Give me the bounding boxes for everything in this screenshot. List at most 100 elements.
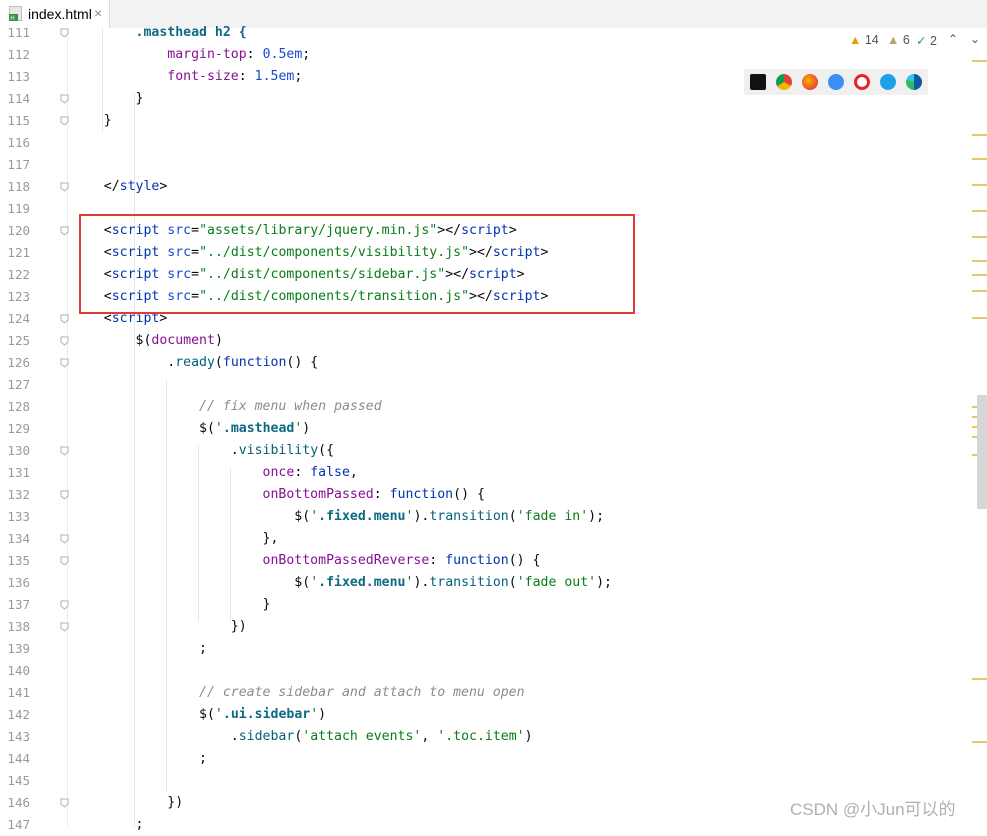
watermark: CSDN @小Jun可以的 (790, 800, 956, 819)
line-number: 113 (7, 69, 30, 84)
weak-warning-icon: ▲ (887, 33, 900, 47)
code-text: margin-top: 0.5em; (72, 44, 310, 66)
fold-marker-icon[interactable] (60, 600, 69, 610)
code-text: .masthead h2 { (72, 22, 247, 44)
code-token: ( (508, 575, 517, 590)
code-token: } (72, 91, 144, 106)
code-token: 'fade in' (516, 509, 589, 524)
code-token: ); (596, 575, 612, 590)
fold-marker-icon[interactable] (60, 556, 69, 566)
fold-marker-icon[interactable] (60, 314, 69, 324)
line-number: 135 (7, 553, 30, 568)
line-number: 126 (7, 355, 30, 370)
line-number: 138 (7, 619, 30, 634)
code-text: } (72, 88, 144, 110)
vertical-scrollbar[interactable] (977, 395, 987, 509)
code-token: style (119, 179, 160, 194)
line-number: 121 (7, 245, 30, 260)
ie-icon[interactable] (880, 74, 896, 90)
line-number: 111 (7, 25, 30, 40)
code-token: $( (72, 421, 215, 436)
fold-marker-icon[interactable] (60, 226, 69, 236)
opera-icon[interactable] (854, 74, 870, 90)
code-token: () { (453, 487, 485, 502)
fold-marker-icon[interactable] (60, 622, 69, 632)
code-token: onBottomPassedReverse (72, 553, 430, 568)
line-number: 125 (7, 333, 30, 348)
fold-marker-icon[interactable] (60, 534, 69, 544)
code-token: () { (508, 553, 541, 568)
code-token: .ui.sidebar (222, 707, 311, 722)
html-file-icon: H (9, 6, 22, 21)
line-number: 144 (7, 751, 30, 766)
edge-icon[interactable] (906, 74, 922, 90)
fold-marker-icon[interactable] (60, 446, 69, 456)
fold-marker-icon[interactable] (60, 490, 69, 500)
code-token: }) (72, 795, 184, 810)
line-number: 115 (7, 113, 30, 128)
line-number: 131 (7, 465, 30, 480)
code-token: ; (302, 47, 311, 62)
line-number: 143 (7, 729, 30, 744)
code-text: ; (72, 814, 144, 836)
code-token: .fixed.menu (318, 575, 406, 590)
fold-marker-icon[interactable] (60, 358, 69, 368)
code-token: () { (286, 355, 319, 370)
next-highlight-icon[interactable]: ⌄ (970, 32, 980, 46)
intellij-icon[interactable] (750, 74, 766, 90)
fold-marker-icon[interactable] (60, 182, 69, 192)
line-number: 114 (7, 91, 30, 106)
code-token: . (72, 355, 176, 370)
code-token: .masthead (222, 421, 295, 436)
code-text: }, (72, 528, 279, 550)
tab-label: index.html (28, 6, 92, 22)
typos-count[interactable]: ✓ 2 (916, 33, 937, 48)
safari-icon[interactable] (828, 74, 844, 90)
weak-warnings-count[interactable]: ▲ 6 (887, 33, 910, 47)
code-token: ' (310, 509, 319, 524)
fold-marker-icon[interactable] (60, 336, 69, 346)
code-text: $('.masthead') (72, 418, 310, 440)
code-token: ( (508, 509, 517, 524)
line-number: 118 (7, 179, 30, 194)
code-token: , (421, 729, 438, 744)
code-token: transition (429, 575, 509, 590)
code-token: ( (214, 355, 223, 370)
code-token: ); (588, 509, 605, 524)
code-text: </style> (72, 176, 168, 198)
close-tab-icon[interactable]: × (94, 5, 102, 21)
code-text: ; (72, 638, 207, 660)
line-number: 116 (7, 135, 30, 150)
code-text: }) (72, 616, 247, 638)
code-editor[interactable]: 111 .masthead h2 {112 margin-top: 0.5em;… (0, 25, 987, 832)
fold-marker-icon[interactable] (60, 94, 69, 104)
code-token: : (238, 69, 255, 84)
fold-marker-icon[interactable] (60, 116, 69, 126)
line-number: 137 (7, 597, 30, 612)
code-token: </ (72, 179, 120, 194)
code-token: }, (72, 531, 279, 546)
fold-marker-icon[interactable] (60, 798, 69, 808)
code-token: ). (413, 575, 430, 590)
line-number: 119 (7, 201, 30, 216)
code-token: : (373, 487, 390, 502)
code-token: 0.5em (262, 47, 303, 62)
line-number: 129 (7, 421, 30, 436)
code-token: margin-top (72, 47, 247, 62)
highlight-box (79, 214, 635, 314)
previous-highlight-icon[interactable]: ⌃ (948, 32, 958, 46)
firefox-icon[interactable] (802, 74, 818, 90)
code-token: ) (214, 333, 223, 348)
code-text: .sidebar('attach events', '.toc.item') (72, 726, 533, 748)
line-number: 141 (7, 685, 30, 700)
code-token: } (72, 597, 271, 612)
warnings-count[interactable]: ▲ 14 (849, 33, 879, 47)
chrome-icon[interactable] (776, 74, 792, 90)
fold-marker-icon[interactable] (60, 28, 69, 38)
code-token: . (72, 729, 239, 744)
code-token: false (310, 465, 350, 480)
code-token: ready (175, 355, 215, 370)
code-token: '.toc.item' (437, 729, 525, 744)
code-token: : (429, 553, 446, 568)
code-token: } (72, 113, 112, 128)
